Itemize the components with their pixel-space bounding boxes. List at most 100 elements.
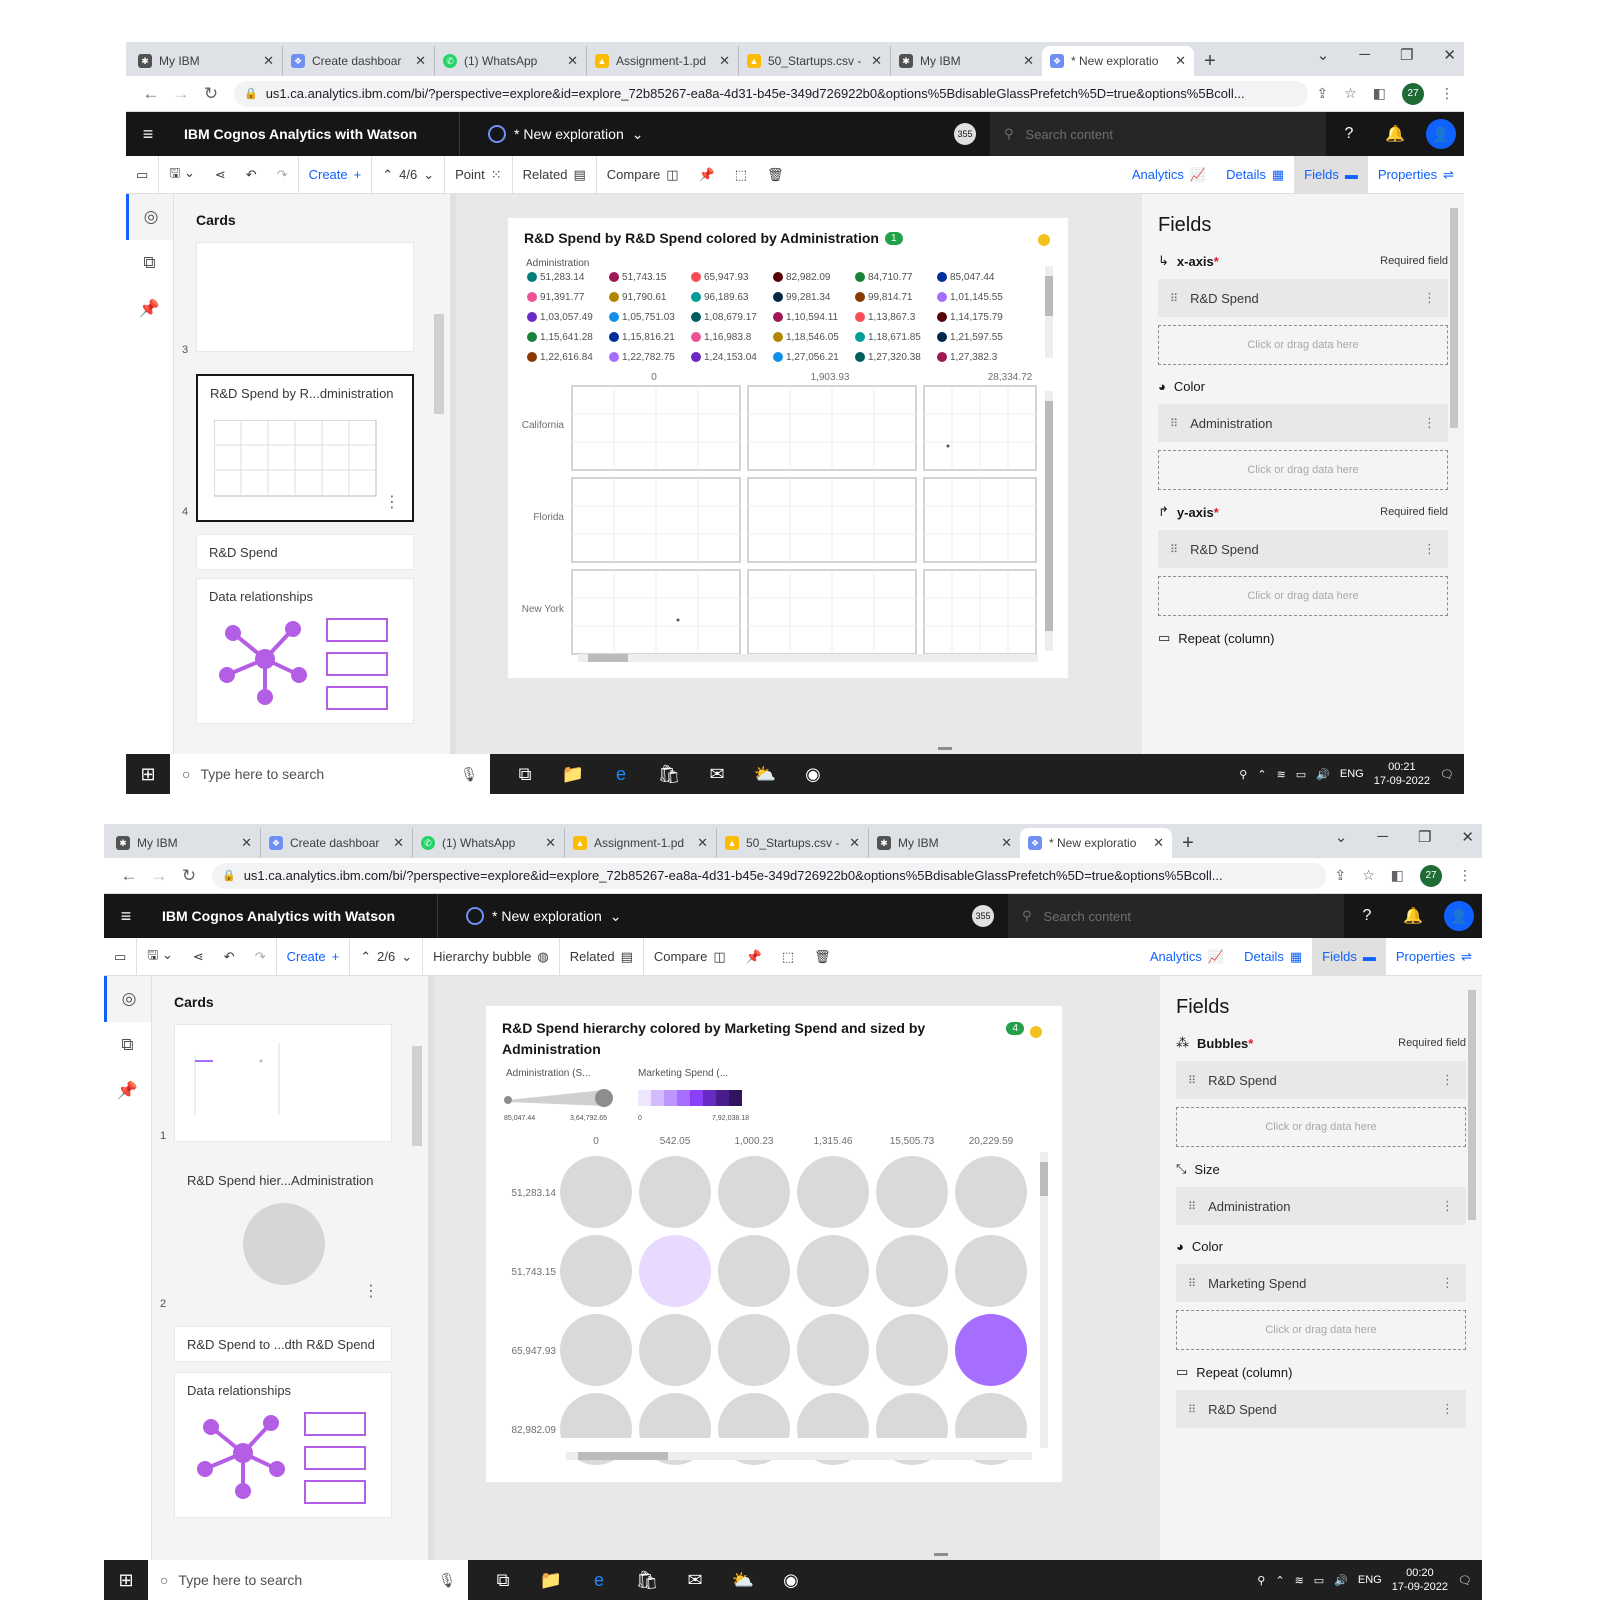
legend-swatch[interactable] <box>855 312 865 322</box>
share-icon[interactable]: ⋖ <box>205 156 236 194</box>
save-icon[interactable]: 🖫 ⌄ <box>137 938 183 976</box>
bubble[interactable] <box>797 1235 869 1307</box>
analytics-tab[interactable]: Analytics 📈 <box>1140 938 1234 976</box>
legend-swatch[interactable] <box>609 332 619 342</box>
url-input[interactable]: 🔒 us1.ca.analytics.ibm.com/bi/?perspectiv… <box>212 862 1327 889</box>
help-icon[interactable]: ? <box>1326 125 1372 143</box>
card-pager[interactable]: ⌃ 4/6 ⌄ <box>372 155 446 194</box>
redo-icon[interactable]: ↷ <box>267 155 299 194</box>
bubble[interactable] <box>718 1156 790 1228</box>
legend-swatch[interactable] <box>691 272 701 282</box>
comment-icon[interactable]: ▭ <box>126 155 160 194</box>
comment-icon[interactable]: ▭ <box>104 937 138 976</box>
legend-swatch[interactable] <box>937 312 947 322</box>
fullscreen-icon[interactable]: ⬚ <box>725 156 757 194</box>
warning-dot-icon[interactable] <box>1030 1026 1042 1038</box>
properties-tab[interactable]: Properties ⇌ <box>1386 938 1482 976</box>
drag-handle-icon[interactable]: ⠿ <box>1170 292 1178 305</box>
color-field-pill[interactable]: ⠿ Marketing Spend ⋮ <box>1176 1264 1466 1302</box>
legend-swatch[interactable] <box>691 352 701 362</box>
legend-swatch[interactable] <box>527 312 537 322</box>
store-icon[interactable]: 🛍 <box>634 1570 660 1591</box>
y-axis-drop-zone[interactable]: Click or drag data here <box>1158 576 1448 616</box>
legend-swatch[interactable] <box>773 272 783 282</box>
drag-handle-icon[interactable]: ⠿ <box>1188 1200 1196 1213</box>
bubble[interactable] <box>718 1314 790 1386</box>
resize-handle[interactable] <box>938 747 952 750</box>
bubble[interactable] <box>639 1156 711 1228</box>
store-icon[interactable]: 🛍 <box>656 764 682 785</box>
close-icon[interactable]: ✕ <box>241 835 252 851</box>
legend-swatch[interactable] <box>691 332 701 342</box>
chevron-up-icon[interactable]: ⌃ <box>360 949 371 965</box>
resize-handle[interactable] <box>934 1553 948 1556</box>
data-relationships-card[interactable]: Data relationships <box>174 1372 392 1518</box>
bubble[interactable] <box>955 1235 1027 1307</box>
viz-count-badge[interactable]: 4 <box>1006 1022 1024 1035</box>
hierarchy-rail-icon[interactable]: ⧉ <box>104 1022 151 1068</box>
point-chart-card[interactable]: R&D Spend by R&D Spend colored by Admini… <box>508 218 1068 678</box>
create-button[interactable]: Create + <box>299 155 373 194</box>
legend-swatch[interactable] <box>609 292 619 302</box>
browser-tab[interactable]: ✱ My IBM ✕ <box>108 828 260 858</box>
data-relationships-card[interactable]: Data relationships <box>196 578 414 724</box>
profile-avatar[interactable]: 27 <box>1420 864 1442 887</box>
legend-swatch[interactable] <box>691 292 701 302</box>
warning-dot-icon[interactable] <box>1038 234 1050 246</box>
card-thumbnail[interactable]: R&D Spend hier...Administration ⋮ <box>174 1162 392 1312</box>
hamburger-menu-icon[interactable]: ≡ <box>126 124 170 145</box>
details-tab[interactable]: Details ▦ <box>1216 156 1294 194</box>
related-button[interactable]: Related ▤ <box>513 155 597 194</box>
close-icon[interactable]: ✕ <box>849 835 860 851</box>
related-button[interactable]: Related ▤ <box>560 937 644 976</box>
cards-scrollbar[interactable] <box>412 1046 422 1146</box>
drag-handle-icon[interactable]: ⠿ <box>1188 1403 1196 1416</box>
windows-start-icon[interactable]: ⊞ <box>126 764 170 785</box>
tray-chevron-icon[interactable]: ⌃ <box>1257 768 1266 781</box>
legend-swatch[interactable] <box>609 352 619 362</box>
user-avatar[interactable]: 👤 <box>1444 901 1474 931</box>
reload-icon[interactable]: ↻ <box>174 866 204 886</box>
minimize-icon[interactable]: ─ <box>1359 46 1370 64</box>
edge-icon[interactable]: e <box>608 764 634 785</box>
card-thumbnail-selected[interactable]: R&D Spend by R...dministration ⋮ <box>196 374 414 522</box>
card-thumbnail[interactable]: R&D Spend <box>196 534 414 570</box>
legend-swatch[interactable] <box>527 332 537 342</box>
viz-type-button[interactable]: Hierarchy bubble ◍ <box>423 937 560 976</box>
redo-icon[interactable]: ↷ <box>245 937 277 976</box>
notification-bell-icon[interactable]: 🔔 <box>1372 124 1418 144</box>
fields-tab[interactable]: Fields ▬ <box>1312 937 1386 976</box>
hamburger-menu-icon[interactable]: ≡ <box>104 906 148 927</box>
notification-center-icon[interactable]: 🗨 <box>1440 768 1454 781</box>
browser-tab[interactable]: ❖ Create dashboar ✕ <box>260 828 412 858</box>
clock[interactable]: 00:21 17-09-2022 <box>1374 760 1430 788</box>
pin-rail-icon[interactable]: 📌 <box>104 1068 151 1114</box>
chrome-icon[interactable]: ◉ <box>778 1570 804 1591</box>
taskbar-search-input[interactable]: ○ Type here to search 🎙 <box>170 754 490 794</box>
new-tab-button[interactable]: + <box>1194 46 1226 76</box>
browser-tab[interactable]: ▲ 50_Startups.csv - ✕ <box>738 46 890 76</box>
browser-tab[interactable]: ❖ Create dashboar ✕ <box>282 46 434 76</box>
undo-icon[interactable]: ↶ <box>214 938 245 976</box>
fields-scrollbar[interactable] <box>1468 990 1476 1220</box>
legend-swatch[interactable] <box>937 352 947 362</box>
size-legend-min-handle[interactable] <box>504 1096 512 1104</box>
close-window-icon[interactable]: ✕ <box>1443 46 1456 64</box>
photos-icon[interactable]: ⛅ <box>730 1570 756 1591</box>
forward-icon[interactable]: → <box>144 866 174 886</box>
hierarchy-bubble-card[interactable]: R&D Spend hierarchy colored by Marketing… <box>486 1006 1062 1482</box>
assistant-badge[interactable]: 355 <box>954 123 976 145</box>
restore-icon[interactable]: ❐ <box>1418 828 1431 846</box>
card-pager[interactable]: ⌃ 2/6 ⌄ <box>350 937 424 976</box>
chart-vertical-scrollbar[interactable] <box>1040 1162 1048 1196</box>
tab-search-icon[interactable]: ⌄ <box>1317 46 1330 64</box>
bubble[interactable] <box>639 1235 711 1307</box>
drag-handle-icon[interactable]: ⠿ <box>1170 543 1178 556</box>
card-overflow-icon[interactable]: ⋮ <box>363 1281 379 1301</box>
share-icon[interactable]: ⇪ <box>1334 867 1346 884</box>
share-icon[interactable]: ⇪ <box>1316 85 1328 102</box>
undo-icon[interactable]: ↶ <box>236 156 267 194</box>
chevron-down-icon[interactable]: ⌄ <box>423 167 434 183</box>
language-indicator[interactable]: ENG <box>1340 768 1364 780</box>
size-field-pill[interactable]: ⠿ Administration ⋮ <box>1176 1187 1466 1225</box>
